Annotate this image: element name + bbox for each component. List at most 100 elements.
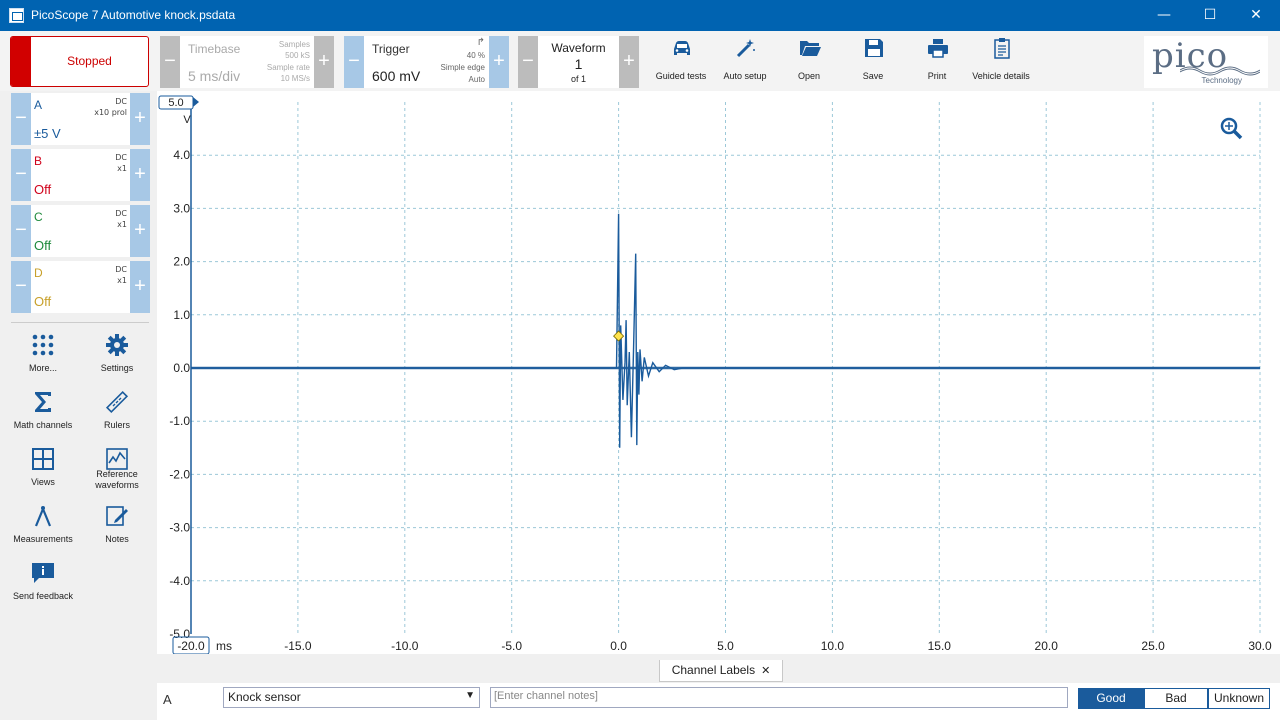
channel-d-probe: x1	[117, 276, 127, 285]
channel-d-decrease-button[interactable]: −	[11, 261, 31, 313]
save-button[interactable]: Save	[841, 34, 905, 86]
x-tick-label: -15.0	[284, 639, 312, 653]
window-title: PicoScope 7 Automotive knock.psdata	[31, 8, 236, 22]
waveform-previous-button[interactable]: −	[518, 36, 538, 88]
channel-a-panel[interactable]: A DC x10 prol ±5 V	[31, 93, 130, 145]
logo-subtitle: Technology	[1201, 76, 1242, 85]
trigger-value: 600 mV	[372, 68, 421, 84]
channel-c-increase-button[interactable]: +	[130, 205, 150, 257]
grid-dots-icon	[32, 334, 54, 356]
channel-a-probe: x10 prol	[94, 108, 127, 117]
channel-d-increase-button[interactable]: +	[130, 261, 150, 313]
auto-setup-button[interactable]: Auto setup	[713, 34, 777, 86]
math-channels-label: Math channels	[13, 420, 73, 430]
trigger-increase-button[interactable]: +	[489, 36, 509, 88]
auto-setup-label: Auto setup	[723, 71, 767, 81]
y-unit-label: V	[183, 114, 191, 126]
measurements-button[interactable]: Measurements	[6, 498, 80, 554]
channel-b-range: Off	[34, 182, 52, 197]
folder-icon	[800, 41, 821, 56]
timebase-decrease-button[interactable]: −	[160, 36, 180, 88]
clipboard-icon	[994, 38, 1010, 59]
sidebar: − A DC x10 prol ±5 V + − B DC x1 Off + −…	[0, 91, 157, 720]
dropdown-arrow-icon: ▼	[465, 690, 475, 701]
channel-c-decrease-button[interactable]: −	[11, 205, 31, 257]
trigger-type: Simple edge	[440, 63, 485, 72]
settings-label: Settings	[100, 363, 134, 373]
views-button[interactable]: Views	[6, 441, 80, 497]
open-button[interactable]: Open	[777, 34, 841, 86]
oscilloscope-chart[interactable]: -20.0 -15.0 -10.0 -5.0 0.0 5.0 10.0 15.0 20.0 25.…	[157, 91, 1280, 654]
channel-b-control[interactable]: − B DC x1 Off +	[11, 149, 150, 201]
trigger-decrease-button[interactable]: −	[344, 36, 364, 88]
rulers-button[interactable]: Rulers	[80, 384, 154, 440]
channel-labels-panel: Channel Labels ✕ A Knock sensor ▼ [Enter c…	[157, 660, 1280, 720]
channel-c-coupling: DC	[115, 209, 127, 218]
channel-b-decrease-button[interactable]: −	[11, 149, 31, 201]
channel-a-decrease-button[interactable]: −	[11, 93, 31, 145]
vehicle-details-button[interactable]: Vehicle details	[969, 34, 1033, 86]
channel-a-increase-button[interactable]: +	[130, 93, 150, 145]
trigger-control[interactable]: Trigger 600 mV ↱ 40 % Simple edge Auto	[364, 36, 489, 88]
channel-c-range: Off	[34, 238, 52, 253]
math-channels-button[interactable]: Math channels	[6, 384, 80, 440]
y-tick-label: 2.0	[173, 255, 190, 269]
zoom-icon[interactable]	[1220, 117, 1243, 140]
notes-button[interactable]: Notes	[80, 498, 154, 554]
trigger-percent: 40 %	[466, 51, 485, 60]
channel-b-panel[interactable]: B DC x1 Off	[31, 149, 130, 201]
channel-c-control[interactable]: − C DC x1 Off +	[11, 205, 150, 257]
reference-waveform-icon	[106, 448, 128, 470]
save-icon	[865, 39, 883, 57]
sensor-select[interactable]: Knock sensor ▼	[223, 687, 480, 708]
send-feedback-button[interactable]: Send feedback	[6, 555, 80, 611]
x-tick-label: -20.0	[177, 639, 205, 653]
channel-d-control[interactable]: − D DC x1 Off +	[11, 261, 150, 313]
settings-button[interactable]: Settings	[80, 327, 154, 383]
stop-indicator	[11, 37, 31, 86]
channel-d-coupling: DC	[115, 265, 127, 274]
start-stop-button[interactable]: Stopped	[10, 36, 149, 87]
waveform-next-button[interactable]: +	[619, 36, 639, 88]
views-label: Views	[31, 477, 55, 487]
scope-view[interactable]: -20.0 -15.0 -10.0 -5.0 0.0 5.0 10.0 15.0 20.0 25.…	[157, 91, 1280, 654]
waveform-control[interactable]: Waveform 1 of 1	[538, 36, 619, 88]
minimize-icon[interactable]: —	[1141, 0, 1187, 31]
close-icon[interactable]: ✕	[1233, 0, 1279, 31]
maximize-icon[interactable]: ☐	[1187, 0, 1233, 31]
channel-d-panel[interactable]: D DC x1 Off	[31, 261, 130, 313]
channel-notes-placeholder: [Enter channel notes]	[494, 690, 598, 702]
sidebar-divider	[11, 322, 149, 323]
rating-unknown-button[interactable]: Unknown	[1208, 688, 1270, 709]
x-tick-label: 15.0	[928, 639, 952, 653]
channel-notes-input[interactable]: [Enter channel notes]	[490, 687, 1068, 708]
guided-tests-button[interactable]: Guided tests	[649, 34, 713, 86]
y-tick-label: 4.0	[173, 148, 190, 162]
samples-value: 500 kS	[285, 51, 310, 60]
gear-icon	[106, 334, 128, 356]
close-tab-icon[interactable]: ✕	[761, 665, 770, 677]
y-tick-label: -2.0	[169, 467, 190, 481]
y-tick-label: -5.0	[169, 627, 190, 641]
title-bar: PicoScope 7 Automotive knock.psdata — ☐ …	[0, 0, 1280, 31]
channel-c-panel[interactable]: C DC x1 Off	[31, 205, 130, 257]
rating-good-button[interactable]: Good	[1078, 688, 1144, 709]
y-tick-label: 0.0	[173, 361, 190, 375]
rating-bad-button[interactable]: Bad	[1144, 688, 1208, 709]
vehicle-details-label: Vehicle details	[972, 71, 1030, 81]
channel-a-range: ±5 V	[34, 126, 61, 141]
send-feedback-label: Send feedback	[12, 591, 74, 601]
trigger-mode: Auto	[468, 75, 485, 84]
timebase-increase-button[interactable]: +	[314, 36, 334, 88]
channel-c-name: C	[34, 210, 43, 224]
sensor-value: Knock sensor	[228, 690, 301, 704]
y-tick-label: 1.0	[173, 308, 190, 322]
print-button[interactable]: Print	[905, 34, 969, 86]
reference-waveforms-button[interactable]: Reference waveforms	[80, 441, 154, 497]
channel-a-control[interactable]: − A DC x10 prol ±5 V +	[11, 93, 150, 145]
more-button[interactable]: More...	[6, 327, 80, 383]
channel-labels-tab[interactable]: Channel Labels ✕	[659, 660, 783, 682]
stop-label: Stopped	[67, 54, 112, 68]
timebase-control[interactable]: Timebase 5 ms/div Samples 500 kS Sample …	[180, 36, 314, 88]
channel-b-increase-button[interactable]: +	[130, 149, 150, 201]
